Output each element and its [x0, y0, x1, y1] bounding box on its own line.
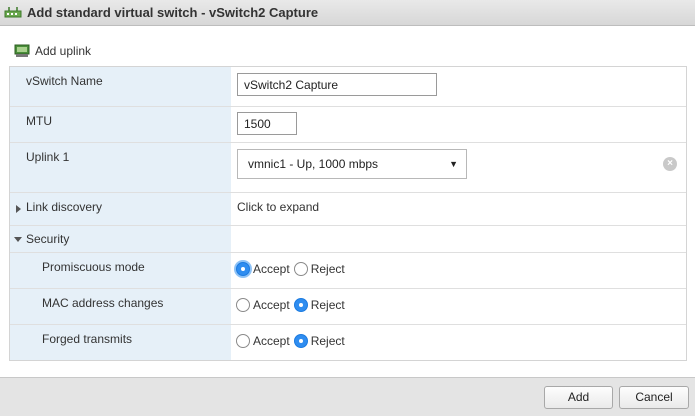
promiscuous-accept-radio[interactable] [236, 262, 250, 276]
link-discovery-label: Link discovery [26, 200, 103, 214]
collapse-arrow-icon[interactable] [14, 237, 22, 242]
dialog-footer: Add Cancel [0, 377, 695, 416]
promiscuous-reject-radio[interactable] [293, 262, 308, 276]
forged-transmits-radio-group: Accept Reject [236, 334, 349, 348]
mac-reject-label[interactable]: Reject [311, 298, 345, 312]
row-link-discovery[interactable]: Link discovery Click to expand [10, 193, 686, 226]
vswitch-icon [4, 6, 22, 17]
row-mac-address-changes: MAC address changes Accept Reject [10, 289, 686, 325]
forged-accept-label[interactable]: Accept [253, 334, 290, 348]
row-promiscuous-mode: Promiscuous mode Accept Reject [10, 253, 686, 289]
row-forged-transmits: Forged transmits Accept Reject [10, 325, 686, 360]
uplink1-selected-value: vmnic1 - Up, 1000 mbps [248, 157, 379, 171]
mac-address-changes-label: MAC address changes [42, 296, 164, 310]
promiscuous-reject-label[interactable]: Reject [311, 262, 345, 276]
security-label: Security [26, 232, 70, 246]
uplink1-select[interactable]: vmnic1 - Up, 1000 mbps ▼ [237, 149, 467, 179]
promiscuous-mode-radio-group: Accept Reject [236, 262, 349, 276]
add-uplink-button[interactable]: Add uplink [14, 42, 91, 60]
dialog-title: Add standard virtual switch - vSwitch2 C… [27, 5, 319, 20]
mac-accept-radio[interactable] [236, 298, 250, 312]
vswitch-name-label: vSwitch Name [26, 74, 103, 88]
mac-reject-radio[interactable] [293, 298, 308, 312]
mac-address-changes-radio-group: Accept Reject [236, 298, 349, 312]
row-mtu: MTU [10, 107, 686, 143]
forged-reject-radio[interactable] [293, 334, 308, 348]
expand-arrow-icon[interactable] [16, 205, 21, 213]
mtu-input[interactable] [237, 112, 297, 135]
dropdown-arrow-icon: ▼ [449, 159, 458, 169]
vswitch-properties-grid: vSwitch Name MTU Uplink 1 vmnic1 - Up, 1… [9, 66, 687, 361]
promiscuous-mode-label: Promiscuous mode [42, 260, 145, 274]
mac-accept-label[interactable]: Accept [253, 298, 290, 312]
add-button[interactable]: Add [544, 386, 613, 409]
forged-accept-radio[interactable] [236, 334, 250, 348]
row-vswitch-name: vSwitch Name [10, 67, 686, 107]
vswitch-name-input[interactable] [237, 73, 437, 96]
cancel-button[interactable]: Cancel [619, 386, 689, 409]
forged-transmits-label: Forged transmits [42, 332, 133, 346]
remove-uplink-icon[interactable]: × [663, 157, 677, 171]
dialog-titlebar: Add standard virtual switch - vSwitch2 C… [0, 0, 695, 26]
link-discovery-expand-text[interactable]: Click to expand [237, 200, 319, 214]
uplink1-label: Uplink 1 [26, 150, 70, 164]
row-uplink1: Uplink 1 vmnic1 - Up, 1000 mbps ▼ × [10, 143, 686, 193]
forged-reject-label[interactable]: Reject [311, 334, 345, 348]
row-security[interactable]: Security [10, 226, 686, 253]
mtu-label: MTU [26, 114, 52, 128]
network-adapter-icon [14, 44, 30, 57]
promiscuous-accept-label[interactable]: Accept [253, 262, 290, 276]
add-uplink-label: Add uplink [35, 44, 92, 58]
